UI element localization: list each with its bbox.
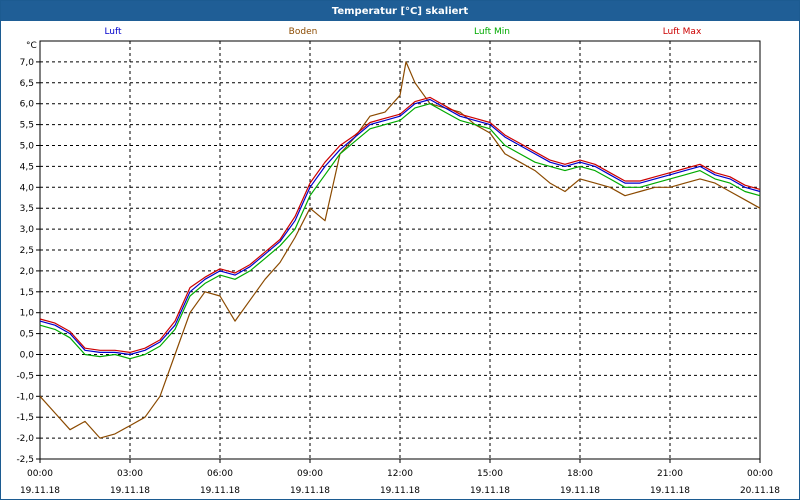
x-tick-date-label: 19.11.18: [20, 486, 60, 496]
y-tick-label: 1,0: [20, 309, 35, 319]
y-tick-label: 7,0: [20, 58, 35, 68]
legend-entry: Boden: [289, 27, 318, 37]
series-line: [39, 96, 761, 353]
x-tick-time-label: 00:00: [27, 469, 53, 479]
y-tick-label: 4,5: [20, 162, 34, 172]
legend-entry: Luft: [104, 27, 122, 37]
x-tick-date-label: 20.11.18: [740, 486, 780, 496]
x-tick-time-label: 21:00: [657, 469, 683, 479]
y-tick-label: -1,0: [16, 392, 34, 402]
x-tick-time-label: 03:00: [117, 469, 143, 479]
legend-entry: Luft Min: [474, 27, 510, 37]
y-tick-label: 2,5: [20, 246, 34, 256]
x-tick-date-label: 19.11.18: [560, 486, 600, 496]
x-tick-date-label: 19.11.18: [380, 486, 420, 496]
x-tick-date-label: 19.11.18: [470, 486, 510, 496]
y-tick-label: 4,0: [20, 183, 35, 193]
x-tick-date-label: 19.11.18: [650, 486, 690, 496]
x-tick-date-label: 19.11.18: [200, 486, 240, 496]
y-axis-label: °C: [26, 41, 37, 51]
y-tick-label: 5,5: [20, 121, 34, 131]
y-tick-label: 0,5: [20, 330, 34, 340]
x-tick-date-label: 19.11.18: [290, 486, 330, 496]
x-tick-time-label: 18:00: [567, 469, 593, 479]
x-tick-time-label: 06:00: [207, 469, 233, 479]
y-tick-label: 3,0: [20, 225, 35, 235]
y-tick-label: 5,0: [20, 142, 35, 152]
y-tick-label: 2,0: [20, 267, 35, 277]
temperature-chart: -2,5 -2,0 -1,5 -1,0 -0,5 0,0 0,5 1,0 1,5 2,0 2,5 3,…: [16, 27, 780, 496]
y-tick-label: 0,0: [20, 351, 35, 361]
y-tick-label: -2,5: [16, 455, 34, 465]
x-tick-time-label: 00:00: [747, 469, 773, 479]
x-tick-date-label: 19.11.18: [110, 486, 150, 496]
y-tick-label: 1,5: [20, 288, 34, 298]
x-tick-time-label: 12:00: [387, 469, 413, 479]
y-tick-label: -1,5: [16, 413, 34, 423]
y-tick-label: 6,5: [20, 79, 34, 89]
y-tick-label: 6,0: [20, 100, 35, 110]
y-tick-label: -2,0: [16, 434, 34, 444]
y-tick-label: 3,5: [20, 204, 34, 214]
x-tick-time-label: 15:00: [477, 469, 503, 479]
y-tick-label: -0,5: [16, 371, 34, 381]
series-line: [39, 103, 761, 360]
x-tick-time-label: 09:00: [297, 469, 323, 479]
legend-entry: Luft Max: [663, 27, 702, 37]
